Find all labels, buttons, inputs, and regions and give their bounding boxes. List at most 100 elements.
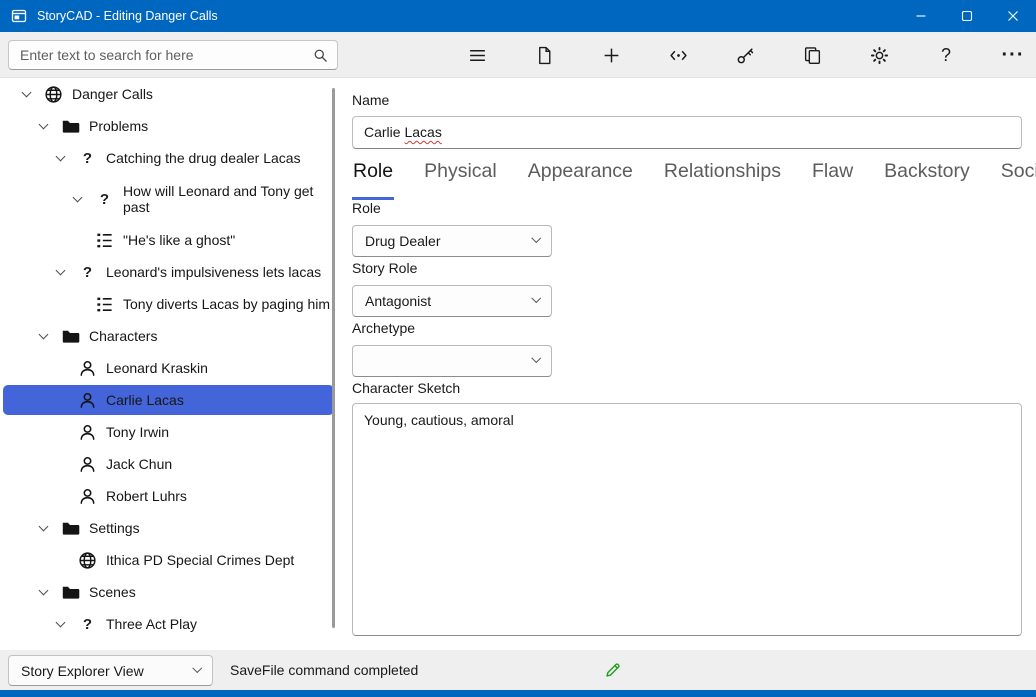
tab-appearance[interactable]: Appearance xyxy=(527,158,634,200)
chevron-down-icon[interactable] xyxy=(20,92,44,96)
storycad-window: StoryCAD - Editing Danger Calls ? ··· xyxy=(0,0,1036,697)
character-icon xyxy=(78,455,97,474)
folder-icon xyxy=(61,327,80,346)
misspelled-word: Lacas xyxy=(404,124,441,140)
search-input[interactable] xyxy=(18,47,313,63)
tree-item-label: Leonard's impulsiveness lets lacas xyxy=(106,264,321,280)
tree-item-label: "He's like a ghost" xyxy=(123,232,235,248)
character-form: Name Carlie Lacas Role Physical Appearan… xyxy=(337,78,1036,650)
view-selector-combobox[interactable]: Story Explorer View xyxy=(8,655,213,686)
tree-item-leonards-impulsiveness[interactable]: ? Leonard's impulsiveness lets lacas xyxy=(0,256,337,288)
tree-scrollbar[interactable] xyxy=(332,88,335,628)
chevron-down-icon[interactable] xyxy=(37,334,61,338)
tree-item-label: Robert Luhrs xyxy=(106,488,187,504)
chevron-down-icon[interactable] xyxy=(54,622,78,626)
name-value: Carlie xyxy=(364,124,404,140)
tree-item-label: How will Leonard and Tony get past xyxy=(123,183,325,216)
chevron-down-icon[interactable] xyxy=(37,124,61,128)
window-controls xyxy=(898,0,1036,32)
name-label: Name xyxy=(352,92,389,108)
key-icon xyxy=(736,46,755,65)
tree-item-jack-chun[interactable]: Jack Chun xyxy=(0,448,337,480)
file-button[interactable] xyxy=(527,38,561,72)
pivot-tabs: Role Physical Appearance Relationships F… xyxy=(352,158,1036,200)
plus-icon xyxy=(602,46,621,65)
minimize-button[interactable] xyxy=(898,0,944,32)
scene-icon xyxy=(95,295,114,314)
titlebar: StoryCAD - Editing Danger Calls xyxy=(0,0,1036,32)
chevron-down-icon[interactable] xyxy=(54,270,78,274)
move-button[interactable] xyxy=(661,38,695,72)
ellipsis-icon: ··· xyxy=(1002,45,1025,65)
tree-item-label: Catching the drug dealer Lacas xyxy=(106,150,301,166)
maximize-button[interactable] xyxy=(944,0,990,32)
tree-item-leonard-kraskin[interactable]: Leonard Kraskin xyxy=(0,352,337,384)
tree-item-robert-luhrs[interactable]: Robert Luhrs xyxy=(0,480,337,512)
character-icon xyxy=(78,423,97,442)
tree-item-label: Leonard Kraskin xyxy=(106,360,208,376)
copy-icon xyxy=(803,46,822,65)
chevron-down-icon[interactable] xyxy=(71,197,95,201)
search-icon[interactable] xyxy=(313,48,328,63)
tree-item-ithica-pd[interactable]: Ithica PD Special Crimes Dept xyxy=(0,544,337,576)
key-button[interactable] xyxy=(728,38,762,72)
copy-button[interactable] xyxy=(795,38,829,72)
tree-item-characters[interactable]: Characters xyxy=(0,320,337,352)
chevron-down-icon[interactable] xyxy=(54,156,78,160)
problem-icon: ? xyxy=(78,150,97,167)
more-button[interactable]: ··· xyxy=(996,38,1030,72)
hamburger-icon xyxy=(468,46,487,65)
tree-item-scenes[interactable]: Scenes xyxy=(0,576,337,608)
tab-physical[interactable]: Physical xyxy=(423,158,498,200)
chevron-down-icon[interactable] xyxy=(37,590,61,594)
tree-item-tony-irwin[interactable]: Tony Irwin xyxy=(0,416,337,448)
tab-backstory[interactable]: Backstory xyxy=(883,158,971,200)
tree-item-catching-the-drug-dealer[interactable]: ? Catching the drug dealer Lacas xyxy=(0,142,337,174)
tree-item-label: Characters xyxy=(89,328,157,344)
tree-item-three-act-play[interactable]: ? Three Act Play xyxy=(0,608,337,640)
tree-item-carlie-lacas[interactable]: Carlie Lacas xyxy=(0,384,337,416)
character-icon xyxy=(78,487,97,506)
story-overview-icon xyxy=(44,85,63,104)
gear-icon xyxy=(870,46,889,65)
move-icon xyxy=(669,46,688,65)
problem-icon: ? xyxy=(78,264,97,281)
problem-icon: ? xyxy=(78,616,97,633)
role-combobox[interactable]: Drug Dealer xyxy=(352,225,552,257)
tree-item-tony-diverts-lacas[interactable]: Tony diverts Lacas by paging him xyxy=(0,288,337,320)
search-box[interactable] xyxy=(8,40,338,70)
tree-item-label: Settings xyxy=(89,520,140,536)
document-icon xyxy=(535,46,554,65)
chevron-down-icon xyxy=(531,233,540,242)
character-icon xyxy=(78,391,97,410)
archetype-combobox[interactable] xyxy=(352,345,552,377)
tree-item-label: Ithica PD Special Crimes Dept xyxy=(106,552,294,568)
role-value: Drug Dealer xyxy=(365,233,440,249)
folder-icon xyxy=(61,583,80,602)
close-button[interactable] xyxy=(990,0,1036,32)
tree-item-danger-calls[interactable]: Danger Calls xyxy=(0,78,337,110)
problem-icon: ? xyxy=(95,191,114,208)
character-sketch-textarea[interactable]: Young, cautious, amoral xyxy=(352,403,1022,636)
settings-button[interactable] xyxy=(862,38,896,72)
help-button[interactable]: ? xyxy=(929,38,963,72)
chevron-down-icon[interactable] xyxy=(37,526,61,530)
tree-item-problems[interactable]: Problems xyxy=(0,110,337,142)
add-button[interactable] xyxy=(594,38,628,72)
archetype-label: Archetype xyxy=(352,320,415,336)
tab-flaw[interactable]: Flaw xyxy=(811,158,854,200)
tree-item-label: Scenes xyxy=(89,584,136,600)
tree-item-label: Tony Irwin xyxy=(106,424,169,440)
tree-item-label: Jack Chun xyxy=(106,456,172,472)
tab-role[interactable]: Role xyxy=(352,158,394,200)
close-icon xyxy=(1007,10,1019,22)
menu-button[interactable] xyxy=(460,38,494,72)
tree-item-hes-like-a-ghost[interactable]: "He's like a ghost" xyxy=(0,224,337,256)
tab-social[interactable]: Social xyxy=(1000,158,1036,200)
tab-relationships[interactable]: Relationships xyxy=(663,158,782,200)
story-role-combobox[interactable]: Antagonist xyxy=(352,285,552,317)
tree-item-settings[interactable]: Settings xyxy=(0,512,337,544)
minimize-icon xyxy=(915,10,927,22)
tree-item-how-will-leonard-and-tony[interactable]: ? How will Leonard and Tony get past xyxy=(0,174,337,224)
name-input[interactable]: Carlie Lacas xyxy=(352,116,1022,149)
